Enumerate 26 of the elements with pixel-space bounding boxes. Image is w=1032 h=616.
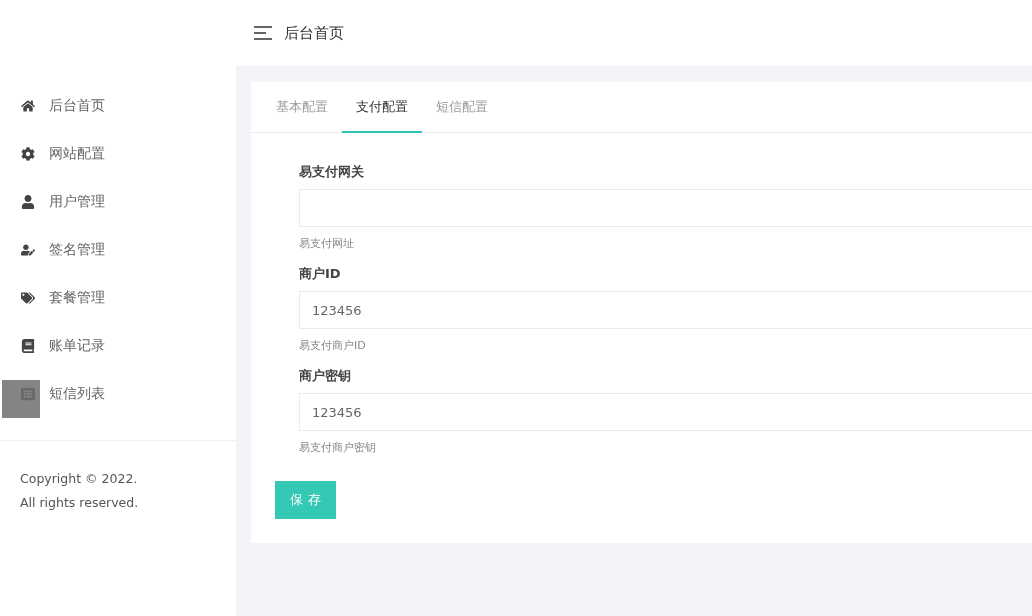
field-label: 易支付网关 bbox=[299, 163, 365, 181]
sidebar-item[interactable]: 用户管理 bbox=[0, 178, 236, 226]
tab[interactable]: 支付配置 bbox=[342, 82, 422, 133]
page-title: 后台首页 bbox=[284, 23, 344, 43]
sidebar-item[interactable]: 套餐管理 bbox=[0, 274, 236, 322]
input-field[interactable]: 123456 bbox=[299, 393, 1032, 431]
help-text: 易支付商户ID bbox=[299, 338, 367, 353]
sidebar-item[interactable]: 账单记录 bbox=[0, 322, 236, 370]
menu-icon[interactable] bbox=[254, 26, 272, 40]
user-pen-icon bbox=[20, 243, 35, 257]
floating-square[interactable] bbox=[2, 380, 40, 418]
gear-icon bbox=[20, 147, 35, 161]
book-icon bbox=[20, 339, 35, 353]
tags-icon bbox=[20, 291, 35, 305]
copyright-text: Copyright © 2022. bbox=[20, 470, 139, 488]
field-label: 商户ID bbox=[299, 265, 342, 283]
field-label: 商户密钥 bbox=[299, 367, 352, 385]
user-icon bbox=[20, 195, 35, 209]
help-text: 易支付商户密钥 bbox=[299, 440, 377, 455]
home-icon bbox=[20, 99, 35, 113]
input-field[interactable]: 123456 bbox=[299, 291, 1032, 329]
copyright-text: All rights reserved. bbox=[20, 494, 140, 512]
sidebar-item[interactable]: 签名管理 bbox=[0, 226, 236, 274]
help-text: 易支付网址 bbox=[299, 236, 355, 251]
sidebar-item[interactable]: 网站配置 bbox=[0, 130, 236, 178]
sidebar-item[interactable]: 后台首页 bbox=[0, 82, 236, 130]
